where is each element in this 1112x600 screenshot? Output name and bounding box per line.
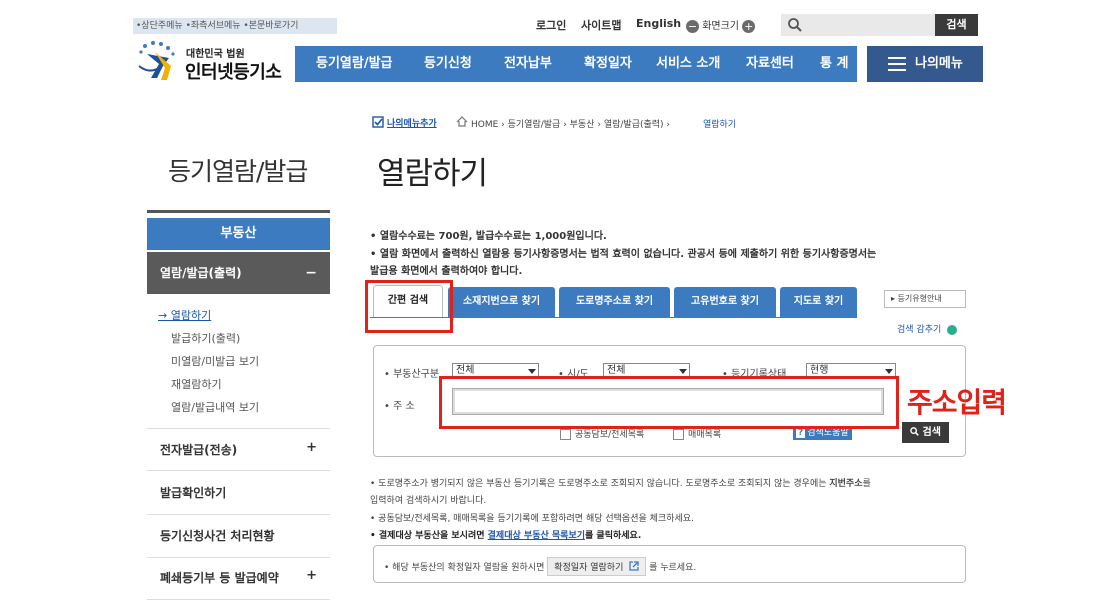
hamburger-icon [888,57,906,71]
city-value: 전체 [607,365,626,376]
chevron-down-icon [679,369,687,374]
annotation-box-address [439,376,899,429]
chevron-down-icon [528,369,536,374]
zoom-out-icon[interactable]: − [686,19,699,33]
road-address-note-cont: 입력하여 검색하시기 바랍니다. [370,496,487,506]
checkbox-label: 매매목록 [688,430,722,440]
sidebar-divider [147,210,330,213]
hide-search-label: 검색 감추기 [897,325,942,335]
my-menu-button[interactable]: 나의메뉴 [867,46,983,82]
annotation-box-simple-search [365,280,453,333]
info-suffix: 를 누르세요. [649,563,697,573]
info-text: • 해당 부동산의 확정일자 열람을 원하시면 [384,563,545,573]
note-text: 를 클릭하세요. [585,531,642,541]
gnb-item-fixed-date[interactable]: 확정일자 [584,46,632,82]
breadcrumb[interactable]: HOME › 등기열람/발급 › 부동산 › 열람/발급(출력) › [471,117,670,130]
sidebar-item-label: 전자발급(전송) [160,443,238,457]
legal-notice: • 열람 화면에서 출력하신 열람용 등기사항증명서는 법적 효력이 없습니다.… [370,249,877,260]
skip-links[interactable]: •상단주메뉴 •좌측서브메뉴 •본문바로가기 [133,18,337,34]
info-button-label: 확정일자 열람하기 [554,563,624,573]
sidebar-item-label: 발급확인하기 [160,486,227,500]
property-type-label: • 부동산구분 [384,369,440,380]
tab-map-search[interactable]: 지도로 찾기 [780,287,857,317]
sidebar-item-label: 열람/발급(출력) [160,266,242,280]
note-text: • 도로명주소가 병기되지 않은 부동산 등기기록은 도로명주소로 조회되지 않… [370,479,830,489]
fixed-date-info-box: • 해당 부동산의 확정일자 열람을 원하시면 확정일자 열람하기 를 누르세요… [373,545,966,583]
sidebar-item-label: 폐쇄등기부 등 발급예약 [160,571,279,585]
record-status-value: 현행 [810,365,829,376]
expand-icon: + [306,440,317,455]
search-help-label: 검색도움말 [807,428,849,438]
main-navigation: 등기열람/발급 등기신청 전자납부 확정일자 서비스 소개 자료센터 통 계 [295,46,857,82]
breadcrumb-current: 열람하기 [703,120,737,130]
sidebar-item-closed-registry[interactable]: 폐쇄등기부 등 발급예약 + [147,557,330,600]
option-note: • 공동담보/전세목록, 매매목록을 등기기록에 포함하려면 해당 선택옵션을 … [370,514,694,524]
sitemap-link[interactable]: 사이트맵 [581,17,621,33]
search-submit-button[interactable]: 검색 [902,422,949,443]
collapse-icon: − [305,265,317,281]
hide-search-toggle[interactable]: 검색 감추기 [897,322,958,335]
fixed-date-view-button[interactable]: 확정일자 열람하기 [547,557,647,576]
sidebar-item-view-issue[interactable]: 열람/발급(출력) − [147,252,330,294]
english-link[interactable]: English [636,17,681,30]
registry-type-guide-button[interactable]: ▸ 등기유형안내 [884,290,966,308]
tab-unique-number[interactable]: 고유번호로 찾기 [674,287,776,317]
search-submit-label: 검색 [922,427,941,438]
tab-lot-number[interactable]: 소재지번으로 찾기 [448,287,555,317]
zoom-control: − 화면크기 + [686,17,756,33]
gnb-item-statistics[interactable]: 통 계 [820,46,848,82]
sidebar-item-case-status[interactable]: 등기신청사건 처리현황 [147,515,330,558]
sidebar-subitem-review[interactable]: 재열람하기 [171,376,222,392]
property-type-value: 전체 [456,365,475,376]
gnb-item-registry-view[interactable]: 등기열람/발급 [316,46,393,82]
expand-icon: + [306,568,317,583]
collapse-circle-icon [947,324,958,335]
sidebar-subitem-issue[interactable]: 발급하기(출력) [171,330,240,346]
note-bold: 지번주소 [829,479,863,489]
sidebar-subitem-unviewed[interactable]: 미열람/미발급 보기 [171,353,259,369]
external-link-icon [629,561,639,571]
legal-notice-cont: 발급용 화면에서 출력하여야 합니다. [370,266,523,277]
sidebar-subitem-view[interactable]: → 열람하기 [158,307,211,323]
add-my-menu-link[interactable]: 나의메뉴추가 [387,116,437,129]
sidebar-subitem-history[interactable]: 열람/발급내역 보기 [171,399,259,415]
court-logo-icon[interactable] [135,38,183,84]
page-title: 열람하기 [377,156,488,192]
checkbox-icon [372,116,384,128]
search-icon [788,18,802,32]
note-text: • 결제대상 부동산을 보시려면 [370,531,488,541]
gnb-item-e-payment[interactable]: 전자납부 [504,46,552,82]
checkbox-box[interactable] [560,429,571,440]
sidebar-title: 등기열람/발급 [168,157,308,186]
search-button[interactable]: 검색 [935,14,978,36]
annotation-label: 주소입력 [907,386,1007,419]
chevron-down-icon [885,369,893,374]
note-text: 를 [862,479,871,489]
checkbox-box[interactable] [673,429,684,440]
gnb-item-service-intro[interactable]: 서비스 소개 [656,46,720,82]
address-label: • 주 소 [384,401,415,412]
road-address-note: • 도로명주소가 병기되지 않은 부동산 등기기록은 도로명주소로 조회되지 않… [370,476,871,489]
logo-title[interactable]: 인터넷등기소 [185,58,282,84]
tab-road-address[interactable]: 도로명주소로 찾기 [559,287,670,317]
login-link[interactable]: 로그인 [536,17,566,33]
payment-note: • 결제대상 부동산을 보시려면 결제대상 부동산 목록보기를 클릭하세요. [370,528,641,541]
search-icon [910,427,919,436]
my-menu-label: 나의메뉴 [915,56,963,71]
gnb-item-registry-apply[interactable]: 등기신청 [424,46,472,82]
zoom-in-icon[interactable]: + [742,19,756,33]
zoom-label: 화면크기 [702,21,739,32]
home-icon[interactable] [456,116,468,127]
sidebar-item-e-issue[interactable]: 전자발급(전송) + [147,428,330,471]
checkbox-label: 공동담보/전세목록 [575,430,645,440]
search-box[interactable] [781,14,935,36]
sidebar-section-real-estate[interactable]: 부동산 [147,218,330,250]
sidebar-item-verify[interactable]: 발급확인하기 [147,472,330,515]
fee-notice: • 열람수수료는 700원, 발급수수료는 1,000원입니다. [370,231,607,242]
help-icon: ? [796,428,806,438]
gnb-item-data-center[interactable]: 자료센터 [746,46,794,82]
sidebar-item-label: 등기신청사건 처리현황 [160,529,275,543]
payment-list-link[interactable]: 결제대상 부동산 목록보기 [488,531,585,541]
